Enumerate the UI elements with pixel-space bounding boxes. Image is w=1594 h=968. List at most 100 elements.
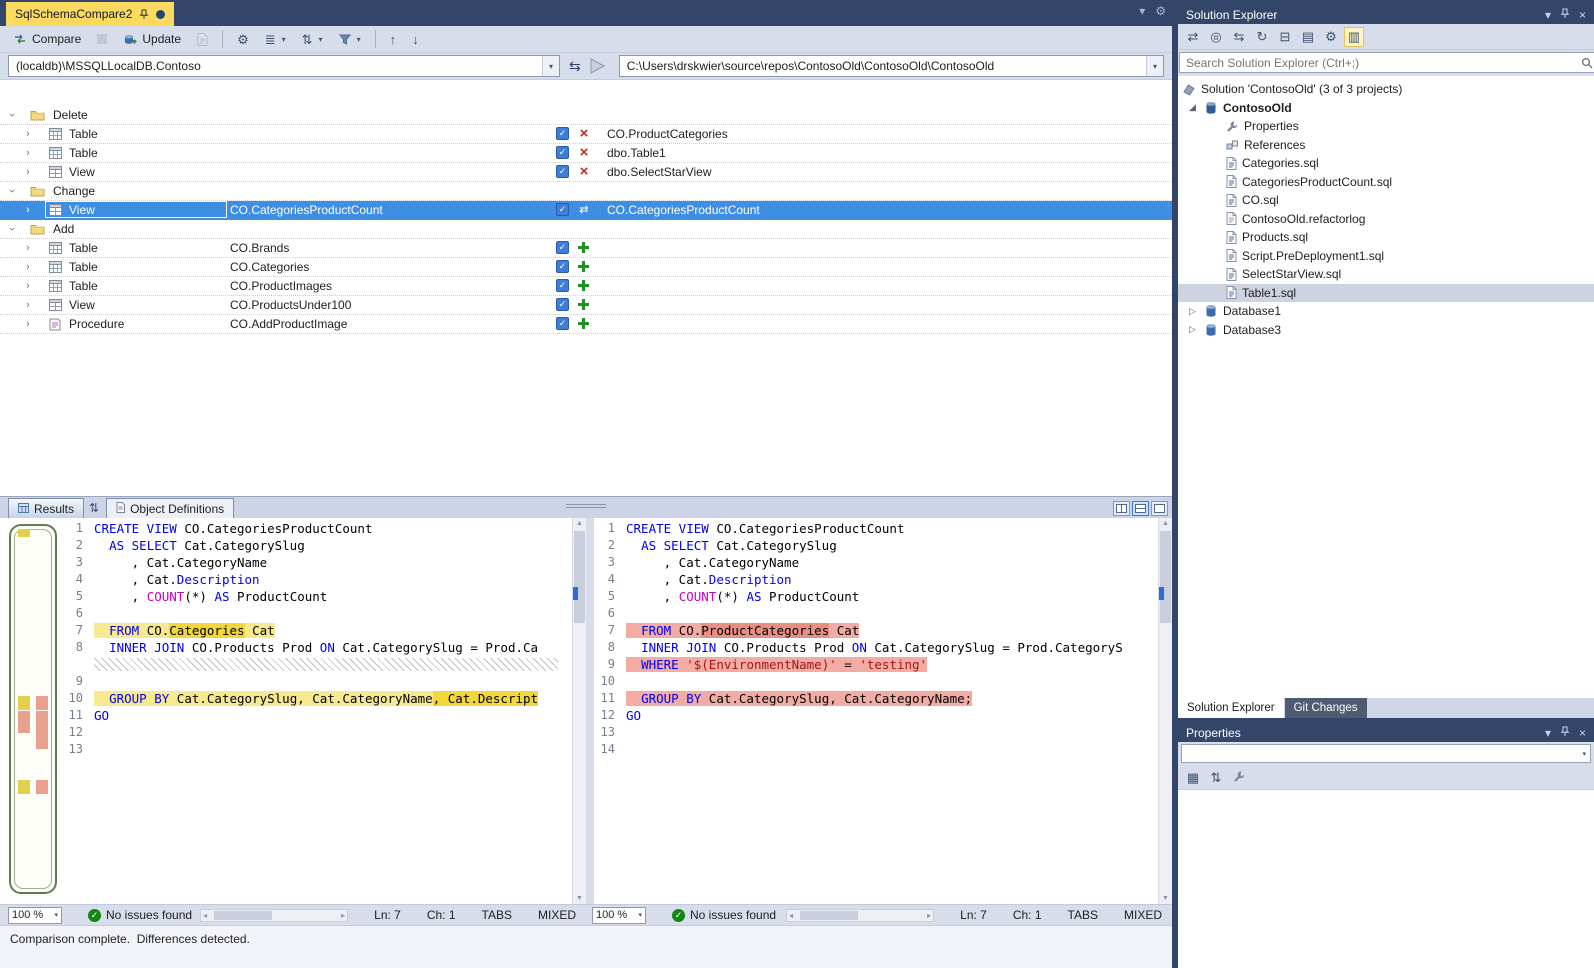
scrollbar-thumb[interactable]	[800, 911, 858, 920]
close-icon[interactable]: ×	[1579, 8, 1586, 22]
include-checkbox[interactable]: ✓	[556, 260, 569, 273]
scroll-up-icon[interactable]: ▲	[1159, 520, 1172, 527]
tree-item-table1-sql[interactable]: Table1.sql	[1178, 284, 1594, 303]
compare-row[interactable]: ›TableCO.ProductImages✓	[0, 277, 1172, 296]
chevron-down-icon[interactable]: ▾	[1146, 56, 1163, 76]
filter-button[interactable]: ▾	[332, 28, 368, 50]
tree-item-contosoold-refactorlog[interactable]: ContosoOld.refactorlog	[1178, 210, 1594, 229]
scrollbar-thumb[interactable]	[1160, 531, 1171, 623]
sort-order-icon[interactable]: ⇅	[84, 498, 104, 518]
tab-git-changes[interactable]: Git Changes	[1285, 698, 1367, 718]
scroll-left-icon[interactable]: ◂	[789, 910, 793, 921]
tree-item-products-sql[interactable]: Products.sql	[1178, 228, 1594, 247]
compare-row[interactable]: ›View✓×dbo.SelectStarView	[0, 163, 1172, 182]
include-checkbox[interactable]: ✓	[556, 203, 569, 216]
code-line[interactable]: 5 , COUNT(*) AS ProductCount	[594, 588, 1158, 605]
code-line[interactable]: 13	[62, 741, 572, 758]
compare-group-row[interactable]: ›Delete	[0, 106, 1172, 125]
compare-button[interactable]: Compare	[6, 28, 88, 50]
tree-item-selectstarview-sql[interactable]: SelectStarView.sql	[1178, 265, 1594, 284]
code-line[interactable]: 9 WHERE '$(EnvironmentName)' = 'testing'	[594, 656, 1158, 673]
source-definition-editor[interactable]: 1CREATE VIEW CO.CategoriesProductCount2 …	[62, 518, 586, 904]
code-line[interactable]: 1CREATE VIEW CO.CategoriesProductCount	[62, 520, 572, 537]
expander-icon[interactable]: ›	[26, 203, 30, 217]
code-line[interactable]: 7 FROM CO.ProductCategories Cat	[594, 622, 1158, 639]
preview-selected-items-icon[interactable]: ▥	[1344, 27, 1364, 47]
tree-expander-icon[interactable]: ▷	[1186, 324, 1199, 335]
include-checkbox[interactable]: ✓	[556, 298, 569, 311]
tree-expander-icon[interactable]: ▷	[1186, 306, 1199, 317]
compare-row[interactable]: ›Table✓×CO.ProductCategories	[0, 125, 1172, 144]
code-line[interactable]: 8 INNER JOIN CO.Products Prod ON Cat.Cat…	[62, 639, 572, 656]
compare-row[interactable]: ›ProcedureCO.AddProductImage✓	[0, 315, 1172, 334]
tree-item-database1[interactable]: ▷Database1	[1178, 302, 1594, 321]
tree-expander-icon[interactable]: ◢	[1186, 102, 1199, 113]
code-line[interactable]: 11GO	[62, 707, 572, 724]
code-line[interactable]: 6	[594, 605, 1158, 622]
code-line[interactable]: 11 GROUP BY Cat.CategorySlug, Cat.Catego…	[594, 690, 1158, 707]
include-checkbox[interactable]: ✓	[556, 279, 569, 292]
expander-icon[interactable]: ›	[5, 189, 19, 193]
tab-object-definitions[interactable]: Object Definitions	[106, 498, 234, 518]
tree-item-solution-contosoold-3-of-3-projects[interactable]: Solution 'ContosoOld' (3 of 3 projects)	[1178, 80, 1594, 99]
include-checkbox[interactable]: ✓	[556, 317, 569, 330]
collapse-all-icon[interactable]: ⊟	[1275, 27, 1295, 47]
compare-row[interactable]: ›ViewCO.CategoriesProductCount✓⇄CO.Categ…	[0, 201, 1172, 220]
tree-item-contosoold[interactable]: ◢ContosoOld	[1178, 99, 1594, 118]
expander-icon[interactable]: ›	[26, 260, 30, 274]
tree-item-categoriesproductcount-sql[interactable]: CategoriesProductCount.sql	[1178, 173, 1594, 192]
scroll-up-icon[interactable]: ▲	[573, 520, 586, 527]
zoom-level-dropdown[interactable]: 100 % ▾	[8, 907, 62, 924]
include-checkbox[interactable]: ✓	[556, 241, 569, 254]
chevron-down-icon[interactable]: ▾	[542, 56, 559, 76]
tree-item-references[interactable]: References	[1178, 136, 1594, 155]
code-line[interactable]: 12	[62, 724, 572, 741]
expander-icon[interactable]: ›	[26, 317, 30, 331]
code-line[interactable]: 3 , Cat.CategoryName	[594, 554, 1158, 571]
tree-item-co-sql[interactable]: CO.sql	[1178, 191, 1594, 210]
target-connection-dropdown[interactable]: C:\Users\drskwier\source\repos\ContosoOl…	[619, 55, 1164, 77]
scroll-down-icon[interactable]: ▼	[573, 895, 586, 902]
expander-icon[interactable]: ›	[5, 227, 19, 231]
search-icon[interactable]	[1581, 57, 1593, 69]
expander-icon[interactable]: ›	[26, 279, 30, 293]
options-button[interactable]: ⚙	[230, 28, 256, 50]
missing-lines-hatch[interactable]	[62, 656, 572, 673]
categorized-button[interactable]: ▦	[1183, 768, 1203, 788]
next-difference-button[interactable]: ↓	[405, 28, 426, 50]
editor-splitter[interactable]	[586, 518, 594, 904]
source-connection-dropdown[interactable]: (localdb)\MSSQLLocalDB.Contoso ▾	[8, 55, 560, 77]
tabstrip-gear-icon[interactable]: ⚙	[1155, 4, 1166, 18]
target-definition-editor[interactable]: 1CREATE VIEW CO.CategoriesProductCount2 …	[594, 518, 1172, 904]
switch-views-icon[interactable]: ⇆	[1229, 27, 1249, 47]
diff-overview-map[interactable]	[9, 524, 57, 894]
properties-icon[interactable]: ⚙	[1321, 27, 1341, 47]
panel-menu-chevron-icon[interactable]: ▾	[1545, 8, 1551, 22]
compare-row[interactable]: ›TableCO.Categories✓	[0, 258, 1172, 277]
compare-results-grid[interactable]: ›Delete›Table✓×CO.ProductCategories ›Tabl…	[0, 80, 1172, 496]
code-line[interactable]: 4 , Cat.Description	[594, 571, 1158, 588]
scroll-right-icon[interactable]: ▸	[341, 910, 345, 921]
zoom-level-dropdown[interactable]: 100 % ▾	[592, 907, 646, 924]
code-line[interactable]: 14	[594, 741, 1158, 758]
code-line[interactable]: 5 , COUNT(*) AS ProductCount	[62, 588, 572, 605]
scroll-right-icon[interactable]: ▸	[927, 910, 931, 921]
sort-results-button[interactable]: ⇅▾	[295, 28, 330, 50]
tree-item-script-predeployment1-sql[interactable]: Script.PreDeployment1.sql	[1178, 247, 1594, 266]
code-line[interactable]: 10 GROUP BY Cat.CategorySlug, Cat.Catego…	[62, 690, 572, 707]
expander-icon[interactable]: ›	[26, 146, 30, 160]
source-code-area[interactable]: 1CREATE VIEW CO.CategoriesProductCount2 …	[62, 518, 572, 904]
group-results-button[interactable]: ≣▾	[258, 28, 293, 50]
code-line[interactable]: 2 AS SELECT Cat.CategorySlug	[62, 537, 572, 554]
tab-overflow-chevron-icon[interactable]: ▾	[1139, 4, 1145, 18]
swap-direction-icon[interactable]: ⇆	[569, 58, 581, 75]
code-line[interactable]: 9	[62, 673, 572, 690]
stop-button[interactable]	[90, 28, 114, 50]
expander-icon[interactable]: ›	[26, 241, 30, 255]
expander-icon[interactable]: ›	[5, 113, 19, 117]
tab-solution-explorer[interactable]: Solution Explorer	[1178, 698, 1284, 718]
code-line[interactable]: 12GO	[594, 707, 1158, 724]
update-button[interactable]: Update	[116, 28, 188, 50]
refresh-icon[interactable]: ↻	[1252, 27, 1272, 47]
include-checkbox[interactable]: ✓	[556, 146, 569, 159]
